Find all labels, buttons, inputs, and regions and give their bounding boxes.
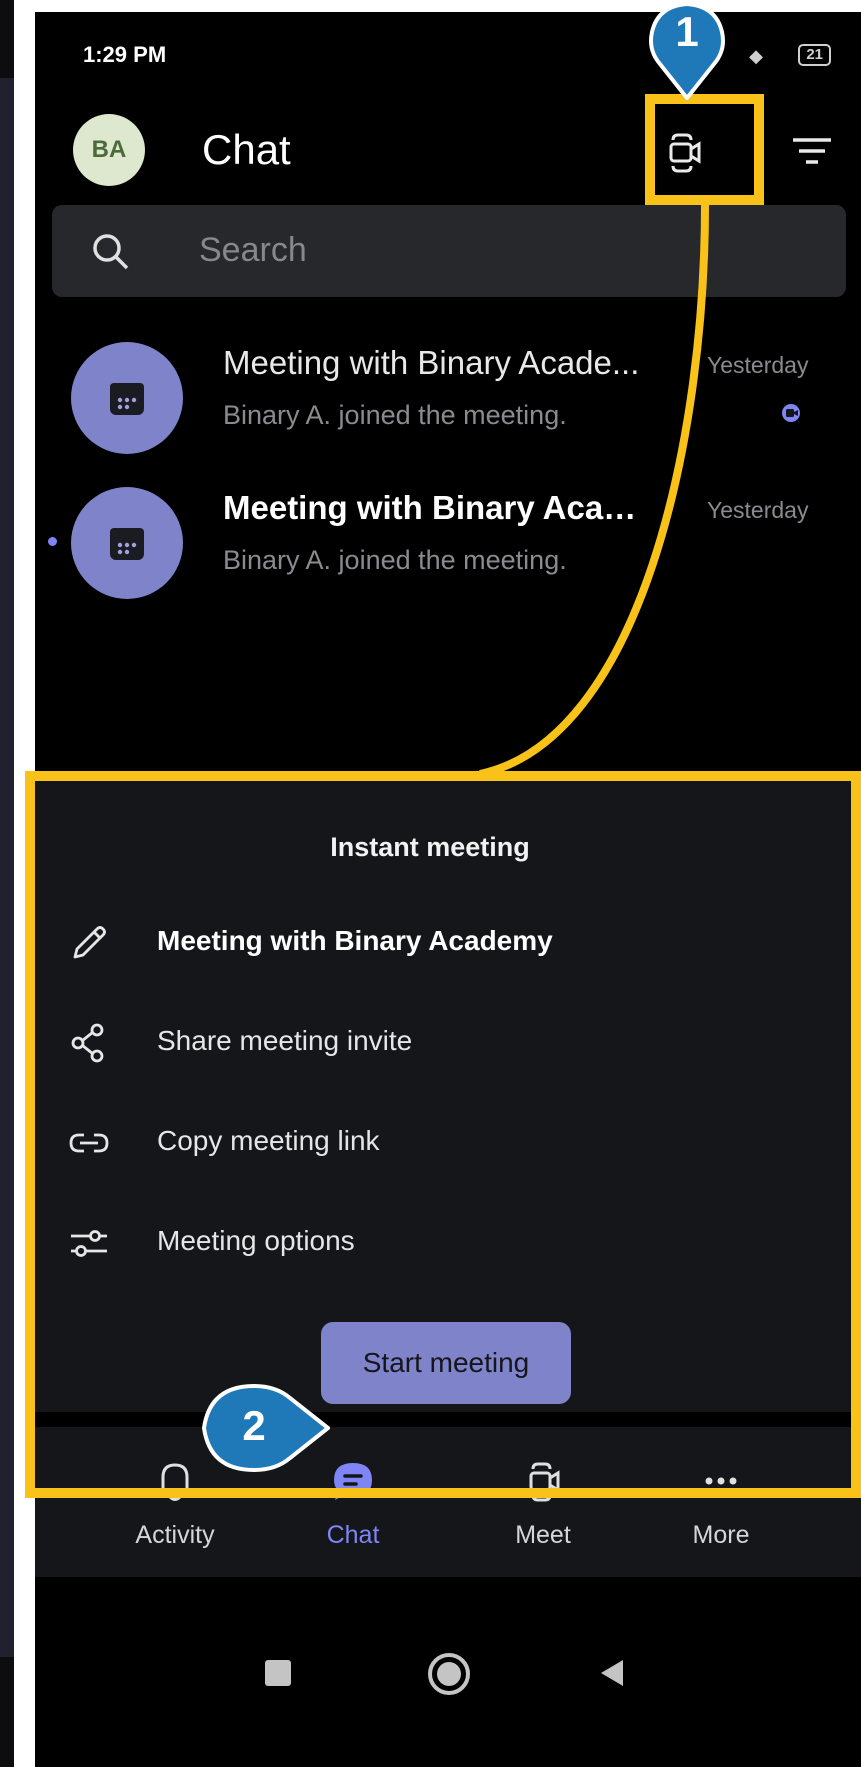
copy-link-label: Copy meeting link [157, 1125, 380, 1156]
more-icon [705, 1477, 737, 1485]
back-icon[interactable] [597, 1657, 629, 1689]
share-icon [71, 1023, 104, 1063]
phone-screen: 1:29 PM ◆ 21 BA Chat Search Meeting with… [35, 12, 861, 1767]
page-title: Chat [202, 126, 291, 173]
chat-icon [334, 1463, 372, 1500]
sheet-title: Instant meeting [330, 832, 530, 862]
meeting-name-field[interactable]: Meeting with Binary Academy [35, 897, 825, 987]
callout-number: 2 [242, 1402, 266, 1449]
search-icon [93, 234, 129, 270]
copy-link-item[interactable]: Copy meeting link [35, 1097, 825, 1187]
meeting-options-label: Meeting options [157, 1225, 355, 1256]
start-meeting-button[interactable]: Start meeting [321, 1322, 571, 1404]
chat-time: Yesterday [707, 497, 809, 523]
nav-label: Meet [515, 1521, 571, 1549]
nav-more[interactable]: More [641, 1427, 801, 1577]
bell-icon [157, 1463, 193, 1501]
calendar-icon [110, 383, 144, 415]
filter-button[interactable] [787, 126, 837, 176]
meeting-avatar [71, 342, 183, 454]
wifi-icon: ◆ [749, 46, 763, 66]
system-navigation-bar [35, 1577, 861, 1767]
nav-meet[interactable]: Meet [463, 1427, 623, 1577]
battery-indicator: 21 [798, 44, 831, 66]
pencil-icon [73, 926, 106, 959]
calendar-icon [110, 528, 144, 560]
meeting-in-progress-icon [782, 404, 800, 422]
chat-list-item[interactable]: Meeting with Binary Acade... Binary A. j… [35, 467, 861, 617]
search-input[interactable]: Search [52, 205, 846, 297]
status-time: 1:29 PM [83, 42, 167, 67]
chat-preview: Binary A. joined the meeting. [223, 545, 567, 575]
app-header: BA Chat [35, 92, 861, 202]
link-icon [69, 1133, 109, 1153]
share-invite-label: Share meeting invite [157, 1025, 413, 1056]
nav-label: More [692, 1521, 750, 1549]
recents-icon[interactable] [263, 1658, 293, 1688]
background-window-edge [0, 0, 14, 1767]
nav-label: Chat [326, 1521, 380, 1549]
instant-meeting-sheet: Instant meeting Meeting with Binary Acad… [35, 772, 861, 1412]
video-icon [669, 133, 701, 173]
search-placeholder: Search [199, 231, 307, 269]
meeting-options-item[interactable]: Meeting options [35, 1197, 825, 1287]
chat-title: Meeting with Binary Acade... [223, 489, 643, 526]
chat-preview: Binary A. joined the meeting. [223, 400, 567, 430]
bottom-nav: Activity Chat Meet More [35, 1427, 861, 1577]
chat-list-item[interactable]: Meeting with Binary Acade... Binary A. j… [35, 322, 861, 472]
home-icon[interactable] [426, 1651, 472, 1697]
status-bar: 1:29 PM ◆ 21 [35, 12, 861, 92]
meeting-avatar [71, 487, 183, 599]
screenshot: 1:29 PM ◆ 21 BA Chat Search Meeting with… [0, 0, 861, 1767]
callout-1: 1 [646, 0, 728, 102]
chat-title: Meeting with Binary Acade... [223, 344, 640, 381]
callout-2: 2 [198, 1382, 332, 1474]
meeting-name-label: Meeting with Binary Academy [157, 925, 553, 956]
sliders-icon [71, 1230, 107, 1257]
share-invite-item[interactable]: Share meeting invite [35, 997, 825, 1087]
filter-icon [793, 138, 831, 164]
chat-time: Yesterday [707, 352, 809, 378]
avatar[interactable]: BA [73, 114, 145, 186]
unread-indicator [48, 537, 57, 546]
callout-number: 1 [675, 8, 699, 55]
video-icon [529, 1462, 560, 1502]
nav-label: Activity [135, 1521, 215, 1549]
meet-now-button[interactable] [649, 118, 719, 188]
